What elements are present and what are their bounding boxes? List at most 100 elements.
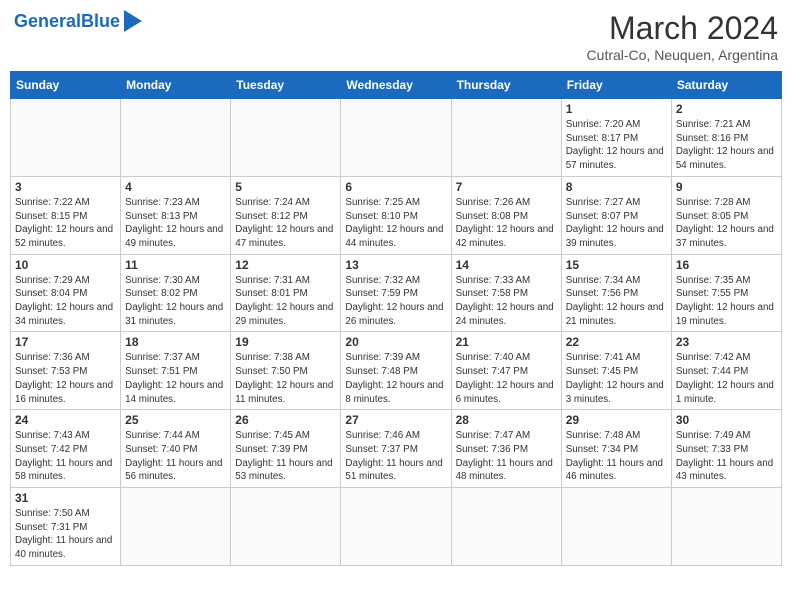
logo-blue: Blue bbox=[81, 11, 120, 31]
logo-text: GeneralBlue bbox=[14, 11, 120, 32]
day-info: Sunrise: 7:22 AM Sunset: 8:15 PM Dayligh… bbox=[15, 196, 116, 251]
calendar-header: SundayMondayTuesdayWednesdayThursdayFrid… bbox=[11, 72, 782, 99]
day-number: 12 bbox=[235, 258, 336, 272]
day-info: Sunrise: 7:50 AM Sunset: 7:31 PM Dayligh… bbox=[15, 507, 116, 562]
day-number: 31 bbox=[15, 491, 116, 505]
calendar-cell bbox=[341, 99, 451, 177]
calendar-week-2: 10 Sunrise: 7:29 AM Sunset: 8:04 PM Dayli… bbox=[11, 254, 782, 332]
day-number: 19 bbox=[235, 335, 336, 349]
calendar-cell bbox=[121, 488, 231, 566]
weekday-header-tuesday: Tuesday bbox=[231, 72, 341, 99]
calendar-cell bbox=[671, 488, 781, 566]
day-info: Sunrise: 7:45 AM Sunset: 7:39 PM Dayligh… bbox=[235, 429, 336, 484]
calendar-cell bbox=[561, 488, 671, 566]
day-number: 26 bbox=[235, 413, 336, 427]
weekday-header-row: SundayMondayTuesdayWednesdayThursdayFrid… bbox=[11, 72, 782, 99]
day-number: 30 bbox=[676, 413, 777, 427]
day-info: Sunrise: 7:27 AM Sunset: 8:07 PM Dayligh… bbox=[566, 196, 667, 251]
weekday-header-saturday: Saturday bbox=[671, 72, 781, 99]
day-info: Sunrise: 7:28 AM Sunset: 8:05 PM Dayligh… bbox=[676, 196, 777, 251]
day-number: 10 bbox=[15, 258, 116, 272]
day-info: Sunrise: 7:42 AM Sunset: 7:44 PM Dayligh… bbox=[676, 351, 777, 406]
calendar-cell: 19 Sunrise: 7:38 AM Sunset: 7:50 PM Dayli… bbox=[231, 332, 341, 410]
calendar-cell: 17 Sunrise: 7:36 AM Sunset: 7:53 PM Dayli… bbox=[11, 332, 121, 410]
day-info: Sunrise: 7:32 AM Sunset: 7:59 PM Dayligh… bbox=[345, 274, 446, 329]
calendar-cell: 7Sunrise: 7:26 AM Sunset: 8:08 PM Daylig… bbox=[451, 176, 561, 254]
day-number: 29 bbox=[566, 413, 667, 427]
day-info: Sunrise: 7:43 AM Sunset: 7:42 PM Dayligh… bbox=[15, 429, 116, 484]
calendar-cell: 10 Sunrise: 7:29 AM Sunset: 8:04 PM Dayli… bbox=[11, 254, 121, 332]
calendar-cell: 21 Sunrise: 7:40 AM Sunset: 7:47 PM Dayli… bbox=[451, 332, 561, 410]
calendar-cell: 20Sunrise: 7:39 AM Sunset: 7:48 PM Dayli… bbox=[341, 332, 451, 410]
day-number: 9 bbox=[676, 180, 777, 194]
day-info: Sunrise: 7:48 AM Sunset: 7:34 PM Dayligh… bbox=[566, 429, 667, 484]
calendar-cell: 4 Sunrise: 7:23 AM Sunset: 8:13 PM Daylig… bbox=[121, 176, 231, 254]
day-info: Sunrise: 7:25 AM Sunset: 8:10 PM Dayligh… bbox=[345, 196, 446, 251]
calendar-cell: 11 Sunrise: 7:30 AM Sunset: 8:02 PM Dayli… bbox=[121, 254, 231, 332]
day-number: 15 bbox=[566, 258, 667, 272]
day-number: 3 bbox=[15, 180, 116, 194]
weekday-header-wednesday: Wednesday bbox=[341, 72, 451, 99]
day-number: 11 bbox=[125, 258, 226, 272]
day-number: 7 bbox=[456, 180, 557, 194]
day-info: Sunrise: 7:30 AM Sunset: 8:02 PM Dayligh… bbox=[125, 274, 226, 329]
day-info: Sunrise: 7:37 AM Sunset: 7:51 PM Dayligh… bbox=[125, 351, 226, 406]
logo-arrow-icon bbox=[124, 10, 142, 32]
day-info: Sunrise: 7:38 AM Sunset: 7:50 PM Dayligh… bbox=[235, 351, 336, 406]
title-area: March 2024 Cutral-Co, Neuquen, Argentina bbox=[587, 10, 778, 63]
day-number: 18 bbox=[125, 335, 226, 349]
day-number: 8 bbox=[566, 180, 667, 194]
calendar-cell: 31 Sunrise: 7:50 AM Sunset: 7:31 PM Dayli… bbox=[11, 488, 121, 566]
day-number: 20 bbox=[345, 335, 446, 349]
day-number: 17 bbox=[15, 335, 116, 349]
calendar-table: SundayMondayTuesdayWednesdayThursdayFrid… bbox=[10, 71, 782, 566]
day-number: 14 bbox=[456, 258, 557, 272]
calendar-cell: 28Sunrise: 7:47 AM Sunset: 7:36 PM Dayli… bbox=[451, 410, 561, 488]
calendar-week-5: 31 Sunrise: 7:50 AM Sunset: 7:31 PM Dayli… bbox=[11, 488, 782, 566]
weekday-header-monday: Monday bbox=[121, 72, 231, 99]
day-info: Sunrise: 7:36 AM Sunset: 7:53 PM Dayligh… bbox=[15, 351, 116, 406]
calendar-cell bbox=[451, 99, 561, 177]
day-number: 13 bbox=[345, 258, 446, 272]
weekday-header-friday: Friday bbox=[561, 72, 671, 99]
day-info: Sunrise: 7:29 AM Sunset: 8:04 PM Dayligh… bbox=[15, 274, 116, 329]
day-number: 27 bbox=[345, 413, 446, 427]
day-number: 4 bbox=[125, 180, 226, 194]
calendar-cell: 16 Sunrise: 7:35 AM Sunset: 7:55 PM Dayli… bbox=[671, 254, 781, 332]
calendar-cell: 8 Sunrise: 7:27 AM Sunset: 8:07 PM Daylig… bbox=[561, 176, 671, 254]
calendar-cell: 6 Sunrise: 7:25 AM Sunset: 8:10 PM Daylig… bbox=[341, 176, 451, 254]
location: Cutral-Co, Neuquen, Argentina bbox=[587, 47, 778, 63]
calendar-cell: 9 Sunrise: 7:28 AM Sunset: 8:05 PM Daylig… bbox=[671, 176, 781, 254]
calendar-cell: 27Sunrise: 7:46 AM Sunset: 7:37 PM Dayli… bbox=[341, 410, 451, 488]
calendar-cell bbox=[11, 99, 121, 177]
calendar-cell bbox=[231, 488, 341, 566]
day-info: Sunrise: 7:44 AM Sunset: 7:40 PM Dayligh… bbox=[125, 429, 226, 484]
day-number: 21 bbox=[456, 335, 557, 349]
day-number: 6 bbox=[345, 180, 446, 194]
day-number: 16 bbox=[676, 258, 777, 272]
month-year: March 2024 bbox=[587, 10, 778, 47]
calendar-week-0: 1Sunrise: 7:20 AM Sunset: 8:17 PM Daylig… bbox=[11, 99, 782, 177]
calendar-week-3: 17 Sunrise: 7:36 AM Sunset: 7:53 PM Dayli… bbox=[11, 332, 782, 410]
day-number: 24 bbox=[15, 413, 116, 427]
day-info: Sunrise: 7:23 AM Sunset: 8:13 PM Dayligh… bbox=[125, 196, 226, 251]
day-number: 1 bbox=[566, 102, 667, 116]
day-info: Sunrise: 7:34 AM Sunset: 7:56 PM Dayligh… bbox=[566, 274, 667, 329]
calendar-cell: 2 Sunrise: 7:21 AM Sunset: 8:16 PM Daylig… bbox=[671, 99, 781, 177]
day-number: 2 bbox=[676, 102, 777, 116]
logo: GeneralBlue bbox=[14, 10, 142, 32]
calendar-cell: 13 Sunrise: 7:32 AM Sunset: 7:59 PM Dayli… bbox=[341, 254, 451, 332]
calendar-cell: 14Sunrise: 7:33 AM Sunset: 7:58 PM Dayli… bbox=[451, 254, 561, 332]
day-info: Sunrise: 7:21 AM Sunset: 8:16 PM Dayligh… bbox=[676, 118, 777, 173]
calendar-cell: 1Sunrise: 7:20 AM Sunset: 8:17 PM Daylig… bbox=[561, 99, 671, 177]
calendar-cell bbox=[451, 488, 561, 566]
calendar-cell bbox=[121, 99, 231, 177]
calendar-cell: 15 Sunrise: 7:34 AM Sunset: 7:56 PM Dayli… bbox=[561, 254, 671, 332]
calendar-cell: 22Sunrise: 7:41 AM Sunset: 7:45 PM Dayli… bbox=[561, 332, 671, 410]
day-info: Sunrise: 7:31 AM Sunset: 8:01 PM Dayligh… bbox=[235, 274, 336, 329]
day-info: Sunrise: 7:40 AM Sunset: 7:47 PM Dayligh… bbox=[456, 351, 557, 406]
calendar-week-1: 3 Sunrise: 7:22 AM Sunset: 8:15 PM Daylig… bbox=[11, 176, 782, 254]
day-info: Sunrise: 7:35 AM Sunset: 7:55 PM Dayligh… bbox=[676, 274, 777, 329]
calendar-cell: 3 Sunrise: 7:22 AM Sunset: 8:15 PM Daylig… bbox=[11, 176, 121, 254]
day-info: Sunrise: 7:24 AM Sunset: 8:12 PM Dayligh… bbox=[235, 196, 336, 251]
